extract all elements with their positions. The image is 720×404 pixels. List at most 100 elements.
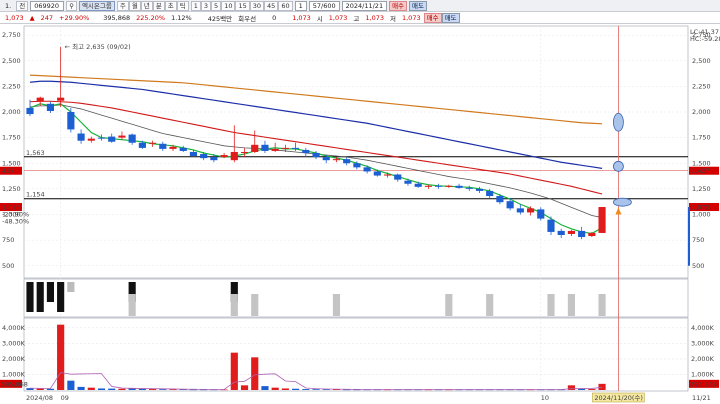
- low-label: 저: [390, 14, 396, 23]
- minute-button-60[interactable]: 60: [278, 0, 293, 11]
- stock-name[interactable]: 엑시온그룹: [78, 0, 115, 11]
- candle-body: [394, 174, 402, 180]
- period-button-0[interactable]: 주: [116, 0, 129, 11]
- period-button-4[interactable]: 초: [164, 0, 177, 11]
- volume-bar: [271, 387, 279, 390]
- candle-body: [230, 151, 238, 161]
- period-button-2[interactable]: 년: [140, 0, 153, 11]
- minute-button-45[interactable]: 45: [264, 0, 279, 11]
- low-price: 1,073: [401, 13, 421, 22]
- screen-prefix: 1.: [5, 1, 12, 10]
- strength-bar: [46, 282, 55, 302]
- right-volume-tag-label: 395,868: [690, 380, 717, 388]
- candle-body: [261, 144, 269, 151]
- volume-bar: [36, 388, 44, 390]
- right-price-tag-label: 1,073: [691, 204, 710, 212]
- minute-button-5[interactable]: 5: [211, 0, 222, 11]
- market-type-select[interactable]: 전: [16, 0, 29, 11]
- strength-bar: [36, 282, 44, 312]
- high-label: 고: [353, 14, 360, 23]
- strength-panel: [23, 278, 689, 318]
- candle-body: [179, 147, 187, 151]
- stock-code-input[interactable]: 069920: [30, 0, 65, 11]
- open-price: 1,073: [328, 13, 348, 22]
- page-counter[interactable]: 57/600: [308, 0, 340, 11]
- level-label: 1,563: [26, 149, 45, 157]
- search-icon[interactable]: ⚲: [66, 0, 77, 11]
- stock-chart[interactable]: 2,750 2,7502,500 2,5002,250 2,2502,000 2,000…: [0, 24, 720, 404]
- candle-body: [67, 112, 75, 130]
- volume-bar: [240, 385, 249, 390]
- strength-bar: [57, 282, 65, 312]
- minute-button-1[interactable]: 1: [190, 0, 201, 11]
- price-y-tick: 500: [2, 262, 14, 270]
- candle-body: [475, 188, 484, 191]
- volume-ma-line: [29, 372, 603, 390]
- candle-body: [363, 167, 371, 172]
- volume-bar: [251, 357, 259, 390]
- marker-ma120: [613, 160, 624, 172]
- x-tick-label: 09: [61, 394, 69, 402]
- volume-y-tick: 3,000K: [2, 339, 26, 347]
- candle-body: [189, 151, 198, 157]
- buy-button-2[interactable]: 매수: [423, 12, 442, 23]
- strength-bar-grey: [547, 294, 555, 316]
- minute-button-30[interactable]: 30: [249, 0, 265, 11]
- x-tick-label: 10: [541, 394, 549, 402]
- unit-count-input[interactable]: 1: [294, 0, 307, 11]
- price-y-tick-right: 750: [692, 236, 704, 244]
- candle-body: [373, 171, 381, 176]
- ma20-line: [29, 104, 603, 218]
- candle-body: [292, 147, 300, 149]
- candle-body: [210, 157, 218, 161]
- candle-body: [108, 136, 116, 142]
- credit-label: 회우선: [238, 14, 257, 23]
- candle-body: [557, 230, 565, 235]
- candle-body: [332, 159, 341, 161]
- volume-bar: [159, 389, 167, 390]
- buy-button[interactable]: 매수: [389, 0, 408, 11]
- volume-y-tick-right: 3,000K: [691, 339, 715, 347]
- volume-bar: [169, 389, 177, 390]
- minute-button-15[interactable]: 15: [235, 0, 250, 11]
- strength-bar-grey: [251, 294, 259, 316]
- volume-bar: [97, 388, 106, 390]
- trade-amount: 425백만: [207, 14, 233, 23]
- volume-bar: [312, 389, 320, 390]
- volume-bar: [588, 389, 596, 390]
- volume-bar: [87, 387, 95, 390]
- candle-body: [87, 138, 95, 141]
- sell-button-2[interactable]: 매도: [441, 12, 460, 23]
- price-y-tick: 2,000: [2, 108, 21, 116]
- candle-body: [36, 97, 44, 102]
- minute-button-3[interactable]: 3: [200, 0, 212, 11]
- top-toolbar: 1. 전 069920 ⚲ 엑시온그룹 주월년분초틱 1 3 5 10 15 30 45 60…: [0, 0, 720, 12]
- candle-body: [414, 183, 422, 187]
- candle-body: [516, 208, 524, 213]
- candle-body: [159, 143, 167, 149]
- price-y-tick: 2,500: [2, 57, 21, 65]
- marker-ma240: [613, 112, 624, 132]
- candle-body: [302, 149, 310, 153]
- pct-label-2: -48.30%: [2, 218, 29, 226]
- candle-body: [353, 163, 361, 168]
- strength-bar-grey: [486, 294, 494, 316]
- minute-button-10[interactable]: 10: [221, 0, 236, 11]
- candle-body: [506, 201, 514, 209]
- quote-bar: 1,073 ▲ 247 +29.90% 395,868 225.20% 1.12…: [0, 12, 720, 24]
- price-y-tick-right: 1,500: [692, 159, 711, 167]
- date-input[interactable]: 2024/11/21: [341, 0, 388, 11]
- sell-button[interactable]: 매도: [409, 0, 428, 11]
- period-button-5[interactable]: 틱: [176, 0, 189, 11]
- strength-bar-grey: [445, 294, 453, 316]
- candle-body: [281, 147, 289, 149]
- candle-body: [486, 190, 494, 197]
- price-y-tick-right: 2,250: [692, 82, 711, 90]
- cursor-date-label: 2024/11/20(수): [594, 394, 643, 402]
- high-annotation: ← 최고 2,635 (09/02): [65, 42, 131, 51]
- current-price: 1,073: [5, 13, 24, 22]
- period-button-1[interactable]: 월: [128, 0, 141, 11]
- period-button-3[interactable]: 분: [152, 0, 165, 11]
- volume-panel: [23, 317, 689, 392]
- volume-bar: [322, 389, 330, 390]
